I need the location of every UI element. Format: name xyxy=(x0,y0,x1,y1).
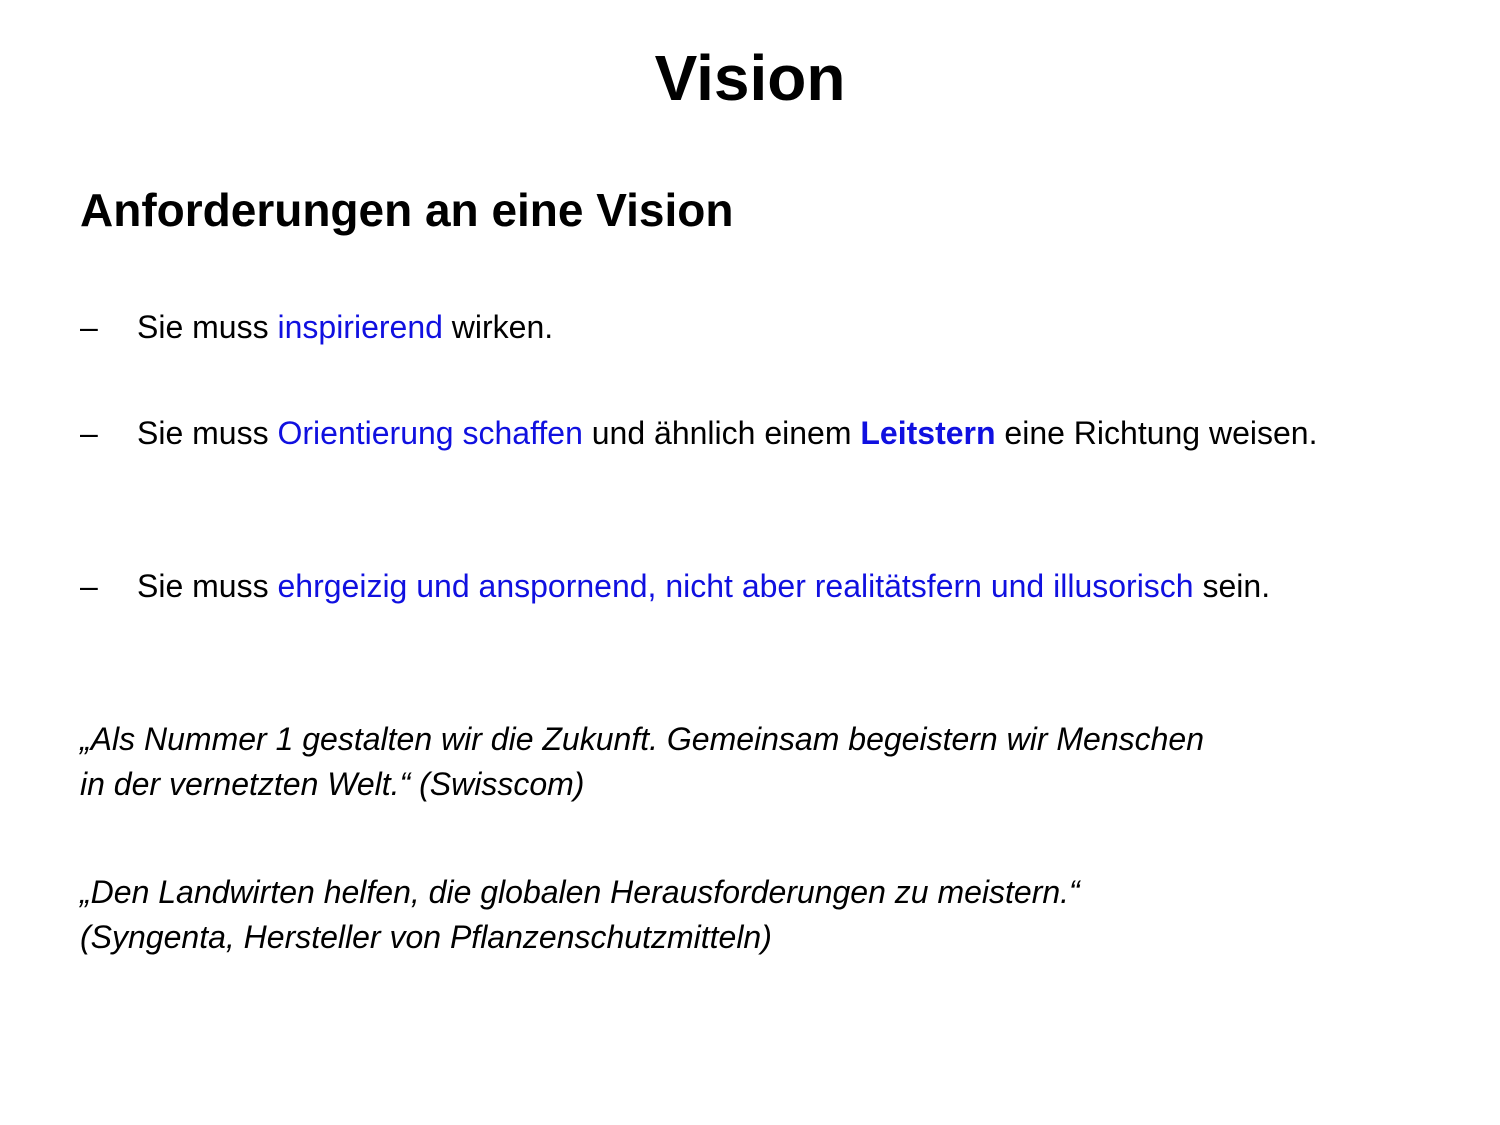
bullet-suffix: wirken. xyxy=(442,309,554,345)
bullet-prefix: Sie muss xyxy=(137,568,278,604)
bullet-text: Sie muss inspirierend wirken. xyxy=(137,305,1420,350)
bullet-suffix: eine Richtung weisen. xyxy=(995,415,1318,451)
quote-line: in der vernetzten Welt.“ (Swisscom) xyxy=(80,766,585,802)
bullet-suffix: sein. xyxy=(1193,568,1271,604)
quote-line: „Den Landwirten helfen, die globalen Her… xyxy=(80,874,1080,910)
bullet-text: Sie muss Orientierung schaffen und ähnli… xyxy=(137,411,1420,456)
quote-line: (Syngenta, Hersteller von Pflanzenschutz… xyxy=(80,919,772,955)
bullet-highlight: ehrgeizig und anspornend, nicht aber rea… xyxy=(277,568,1194,604)
bullet-item-inspirierend: – Sie muss inspirierend wirken. xyxy=(80,305,1420,350)
bullet-dash: – xyxy=(80,309,98,345)
bullet-highlight: inspirierend xyxy=(277,309,443,345)
quote-swisscom: „Als Nummer 1 gestalten wir die Zukunft.… xyxy=(80,717,1420,807)
slide-title: Vision xyxy=(654,42,846,114)
bullet-middle: und ähnlich einem xyxy=(582,415,861,451)
bullet-text: Sie muss ehrgeizig und anspornend, nicht… xyxy=(137,564,1420,609)
bullet-dash: – xyxy=(80,415,98,451)
section-subtitle: Anforderungen an eine Vision xyxy=(80,184,734,236)
bullet-highlight-bold: Leitstern xyxy=(860,415,996,451)
bullet-prefix: Sie muss xyxy=(137,309,278,345)
bullet-highlight: Orientierung schaffen xyxy=(277,415,583,451)
bullet-prefix: Sie muss xyxy=(137,415,278,451)
bullet-item-orientierung: – Sie muss Orientierung schaffen und ähn… xyxy=(80,411,1420,456)
bullet-dash: – xyxy=(80,568,98,604)
bullet-item-ehrgeizig: – Sie muss ehrgeizig und anspornend, nic… xyxy=(80,564,1420,609)
quote-syngenta: „Den Landwirten helfen, die globalen Her… xyxy=(80,870,1420,960)
quote-line: „Als Nummer 1 gestalten wir die Zukunft.… xyxy=(80,721,1204,757)
